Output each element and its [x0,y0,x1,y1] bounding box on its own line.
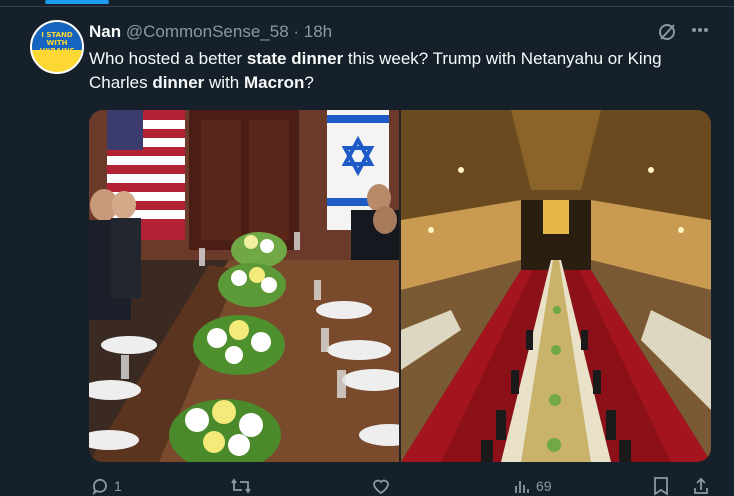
reply-count: 1 [114,478,122,494]
tweet-media[interactable] [89,110,711,462]
tweet-time[interactable]: · 18h [293,22,332,41]
photo-state-dinner[interactable] [89,110,399,462]
share-icon [694,477,708,494]
tweet-text-bold: Macron [243,73,305,92]
tweet-text-bold: state dinner [246,49,344,68]
bookmark-icon [654,477,668,496]
active-tab-indicator [45,0,109,4]
author-name[interactable]: Nan [89,22,121,41]
retweet-button[interactable] [230,476,252,496]
heart-icon [373,479,389,495]
avatar[interactable]: I STAND WITH UKRAINE [30,20,84,74]
bookmark-button[interactable] [652,476,670,496]
photo-banquet-hall[interactable] [401,110,711,462]
reply-button[interactable]: 1 [90,476,122,496]
like-button[interactable] [371,476,391,496]
top-divider [0,0,734,7]
reply-icon [92,478,107,496]
share-button[interactable] [692,476,710,496]
tweet-actions: 1 69 [0,476,734,496]
view-count: 69 [536,478,552,494]
tweet-text-part: with [204,73,244,92]
more-options-icon[interactable] [690,20,710,40]
avatar-badge-text: I STAND WITH UKRAINE [39,31,75,55]
views-button[interactable]: 69 [512,476,552,496]
tweet-text: Who hosted a better state dinner this we… [89,47,709,95]
author-handle[interactable]: @CommonSense_58 [126,22,289,41]
tweet-header: Nan @CommonSense_58 · 18h [89,22,332,42]
analytics-icon [515,481,529,493]
grok-icon[interactable] [657,22,677,42]
tweet-text-bold: dinner [152,73,205,92]
tweet-text-part: ? [304,73,314,92]
tweet-text-part: Who hosted a better [89,49,247,68]
retweet-icon [231,478,251,494]
